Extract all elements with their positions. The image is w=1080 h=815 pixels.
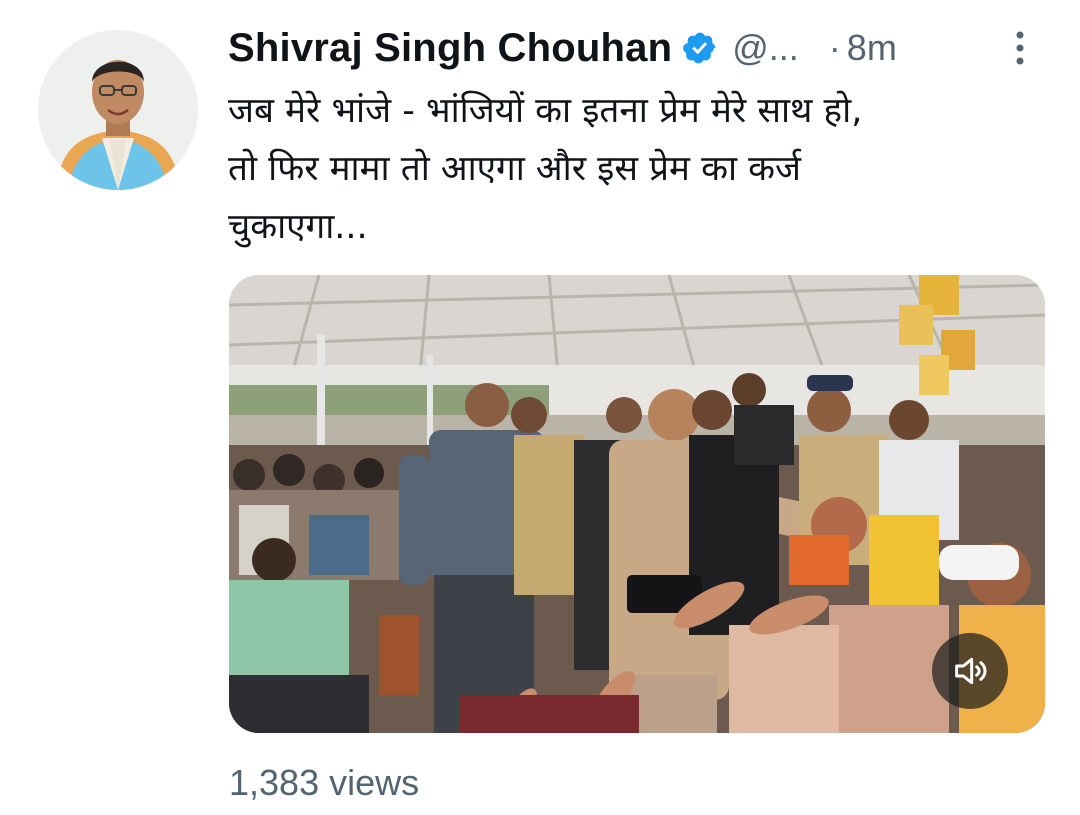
tweet-text-line: जब मेरे भांजे - भांजियों का इतना प्रेम म… (228, 91, 863, 131)
view-count[interactable]: 1,383 views (229, 762, 419, 804)
mute-button[interactable] (932, 633, 1008, 709)
tweet-card[interactable]: Shivraj Singh Chouhan @... · 8m जब मेरे … (0, 0, 1080, 815)
tweet-header: Shivraj Singh Chouhan @... · 8m (228, 22, 897, 74)
more-vertical-icon[interactable] (1006, 28, 1034, 68)
tweet-timestamp[interactable]: 8m (847, 27, 897, 69)
verified-badge-icon (682, 30, 718, 66)
speaker-muted-icon (950, 651, 990, 691)
author-avatar[interactable] (38, 30, 198, 190)
author-name[interactable]: Shivraj Singh Chouhan (228, 26, 672, 71)
tweet-text-line: चुकाएगा... (228, 207, 368, 247)
header-separator: · (828, 27, 841, 68)
author-handle[interactable]: @... (732, 27, 799, 69)
tweet-text-line: तो फिर मामा तो आएगा और इस प्रेम का कर्ज (228, 149, 802, 189)
tweet-text: जब मेरे भांजे - भांजियों का इतना प्रेम म… (228, 82, 1028, 256)
tweet-video[interactable] (229, 275, 1045, 733)
